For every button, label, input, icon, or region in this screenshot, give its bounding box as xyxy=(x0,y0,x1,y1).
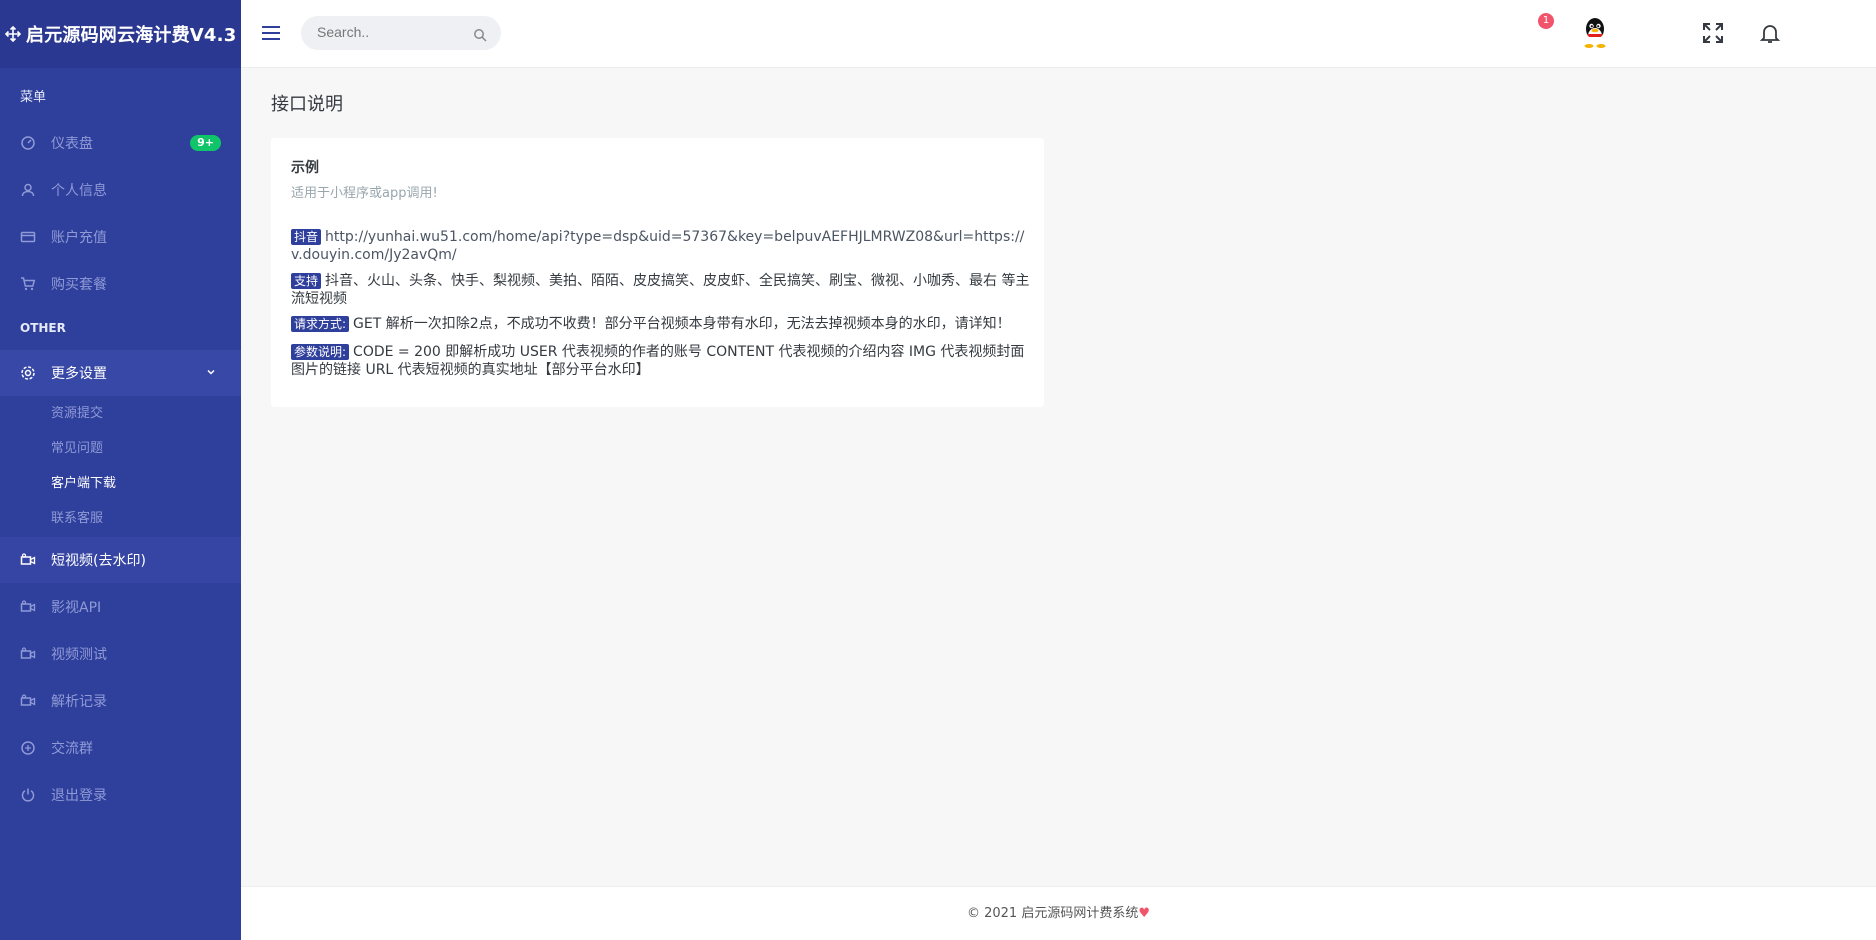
sidebar-item-more-settings[interactable]: 更多设置 xyxy=(0,350,241,396)
sidebar-item-dashboard[interactable]: 仪表盘 9+ xyxy=(0,120,241,166)
search-icon[interactable] xyxy=(473,27,487,42)
brand[interactable]: 启元源码网云海计费V4.3 xyxy=(0,0,241,68)
heart-icon: ♥ xyxy=(1138,906,1150,921)
example-row-method: 请求方式: GET 解析一次扣除2点，不成功不收费！部分平台视频本身带有水印，无法… xyxy=(291,315,1031,333)
brand-title: 启元源码网云海计费V4.3 xyxy=(26,25,237,46)
sidebar-item-buy-plan[interactable]: 购买套餐 xyxy=(0,261,241,307)
sidebar-item-recharge[interactable]: 账户充值 xyxy=(0,214,241,260)
dashboard-icon xyxy=(20,135,36,151)
example-row-support: 支持 抖音、火山、头条、快手、梨视频、美拍、陌陌、皮皮搞笑、皮皮虾、全民搞笑、刷宝… xyxy=(291,272,1031,308)
footer: © 2021 启元源码网计费系统♥ xyxy=(241,886,1876,940)
credit-card-icon xyxy=(20,229,36,245)
other-section-title: OTHER xyxy=(20,321,66,335)
sidebar-item-logout[interactable]: 退出登录 xyxy=(0,772,241,818)
sidebar-item-label: 购买套餐 xyxy=(51,277,107,293)
bell-icon[interactable] xyxy=(1758,21,1782,45)
sidebar-item-profile[interactable]: 个人信息 xyxy=(0,167,241,213)
menu-section-title: 菜单 xyxy=(20,90,47,105)
api-example-card: 示例 适用于小程序或app调用! 抖音 http://yunhai.wu51.co… xyxy=(271,138,1044,407)
sidebar-subitem-faq[interactable]: 常见问题 xyxy=(51,439,103,459)
video-camera-icon xyxy=(20,693,36,709)
video-camera-icon xyxy=(20,552,36,568)
row-tag: 参数说明: xyxy=(291,344,350,360)
user-icon xyxy=(20,182,36,198)
sidebar-item-label: 个人信息 xyxy=(51,183,107,199)
sidebar-subitem-contact-support[interactable]: 联系客服 xyxy=(51,509,103,529)
sidebar-item-group-chat[interactable]: 交流群 xyxy=(0,725,241,771)
move-arrows-icon xyxy=(4,25,22,43)
sidebar-item-label: 影视API xyxy=(51,600,102,616)
row-tag: 请求方式: xyxy=(291,316,350,332)
row-tag: 抖音 xyxy=(291,229,322,245)
sidebar-item-label: 仪表盘 xyxy=(51,136,93,152)
sidebar-item-label: 账户充值 xyxy=(51,230,107,246)
user-avatar[interactable] xyxy=(1578,15,1612,49)
gear-icon xyxy=(20,365,36,381)
sidebar-item-short-video[interactable]: 短视频(去水印) xyxy=(0,537,241,583)
sidebar-item-parse-records[interactable]: 解析记录 xyxy=(0,678,241,724)
row-tag: 支持 xyxy=(291,273,322,289)
fullscreen-icon[interactable] xyxy=(1701,21,1725,45)
notification-badge: 1 xyxy=(1538,13,1554,29)
dashboard-badge: 9+ xyxy=(190,135,221,151)
row-text: CODE = 200 即解析成功 USER 代表视频的作者的账号 CONTENT… xyxy=(291,344,1025,378)
video-camera-icon xyxy=(20,646,36,662)
row-text: 抖音、火山、头条、快手、梨视频、美拍、陌陌、皮皮搞笑、皮皮虾、全民搞笑、刷宝、微… xyxy=(291,273,1030,307)
row-text: GET 解析一次扣除2点，不成功不收费！部分平台视频本身带有水印，无法去掉视频本… xyxy=(353,316,1011,332)
plus-circle-icon xyxy=(20,740,36,756)
sidebar-item-movie-api[interactable]: 影视API xyxy=(0,584,241,630)
search-input[interactable] xyxy=(317,24,467,40)
chevron-down-icon xyxy=(205,366,217,378)
example-row-douyin: 抖音 http://yunhai.wu51.com/home/api?type=d… xyxy=(291,228,1031,264)
search-box xyxy=(301,16,501,50)
topbar xyxy=(241,0,1876,68)
sidebar-item-label: 更多设置 xyxy=(51,366,107,382)
sidebar-item-label: 短视频(去水印) xyxy=(51,553,146,569)
card-subtitle: 适用于小程序或app调用! xyxy=(291,186,438,201)
video-camera-icon xyxy=(20,599,36,615)
menu-toggle-icon[interactable] xyxy=(261,24,281,42)
sidebar-item-label: 解析记录 xyxy=(51,694,107,710)
page-title: 接口说明 xyxy=(271,94,343,115)
power-icon xyxy=(20,787,36,803)
sidebar: 启元源码网云海计费V4.3 菜单 仪表盘 9+ 个人信息 账户充值 购买套餐 O… xyxy=(0,0,241,940)
sidebar-item-label: 视频测试 xyxy=(51,647,107,663)
card-title: 示例 xyxy=(291,160,319,176)
sidebar-item-label: 交流群 xyxy=(51,741,93,757)
example-row-params: 参数说明: CODE = 200 即解析成功 USER 代表视频的作者的账号 CO… xyxy=(291,343,1031,379)
sidebar-item-label: 退出登录 xyxy=(51,788,107,804)
api-url[interactable]: http://yunhai.wu51.com/home/api?type=dsp… xyxy=(291,229,1024,263)
footer-text: © 2021 启元源码网计费系统 xyxy=(966,906,1139,921)
sidebar-item-video-test[interactable]: 视频测试 xyxy=(0,631,241,677)
cart-icon xyxy=(20,276,36,292)
sidebar-subitem-submit-resource[interactable]: 资源提交 xyxy=(51,404,103,424)
sidebar-subitem-client-download[interactable]: 客户端下载 xyxy=(51,474,116,494)
